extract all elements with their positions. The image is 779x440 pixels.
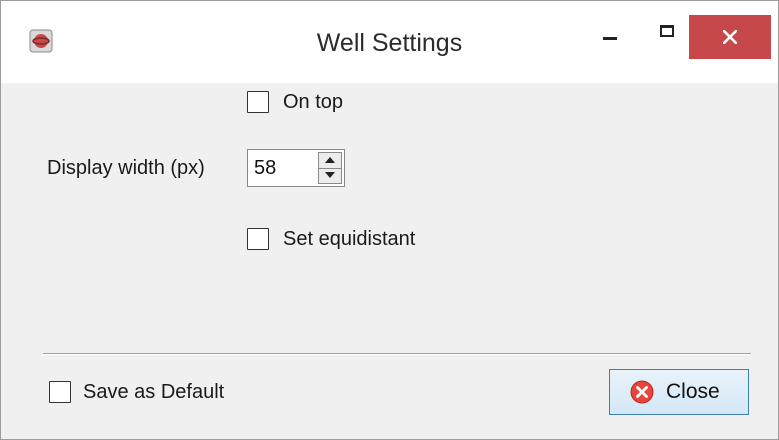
title-bar[interactable]: Well Settings [1, 1, 778, 83]
minimize-button[interactable] [589, 15, 633, 55]
close-button[interactable]: Close [609, 369, 749, 415]
close-circle-icon [630, 380, 654, 404]
set-equidistant-checkbox[interactable] [247, 228, 269, 250]
window-close-button[interactable] [689, 15, 771, 59]
spinner-buttons [318, 152, 342, 184]
maximize-button[interactable] [645, 15, 689, 55]
well-settings-window: Well Settings On top Display width (px) … [0, 0, 779, 440]
display-width-value[interactable]: 58 [254, 156, 276, 180]
save-as-default-label: Save as Default [83, 381, 225, 403]
display-width-label: Display width (px) [47, 157, 205, 179]
on-top-label: On top [283, 91, 344, 113]
close-icon [723, 30, 737, 44]
save-as-default-checkbox[interactable] [49, 381, 71, 403]
settings-panel: On top Display width (px) 58 Set equidis… [15, 83, 764, 427]
spinner-up-button[interactable] [319, 153, 341, 169]
footer-separator [43, 353, 751, 355]
spinner-down-button[interactable] [319, 168, 341, 183]
display-width-spinner[interactable]: 58 [247, 149, 345, 187]
close-button-label: Close [666, 380, 720, 403]
on-top-checkbox[interactable] [247, 91, 269, 113]
set-equidistant-label: Set equidistant [283, 228, 416, 250]
